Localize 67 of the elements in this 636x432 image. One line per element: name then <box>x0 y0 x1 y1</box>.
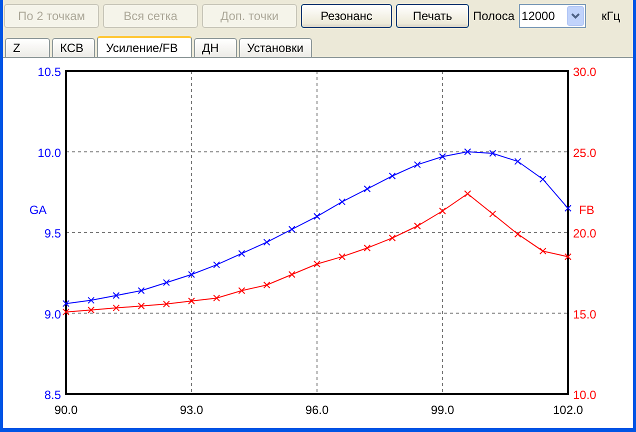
data-point-marker <box>162 279 170 286</box>
y-tick-label: 8.5 <box>44 388 61 402</box>
data-point-marker <box>263 282 270 288</box>
data-point-marker <box>213 261 220 268</box>
data-point-marker <box>364 185 371 192</box>
y2-tick-label: 15.0 <box>573 307 596 322</box>
data-point-marker <box>112 292 120 299</box>
data-point-marker <box>314 260 320 268</box>
data-point-marker <box>162 300 170 308</box>
x-tick-label: 90.0 <box>54 403 78 417</box>
data-point-marker <box>439 153 446 160</box>
x-tick-label: 99.0 <box>430 403 454 417</box>
x-tick-label: 102.0 <box>552 403 584 417</box>
data-point-marker <box>138 302 145 310</box>
y-tick-label: 10.0 <box>38 146 61 160</box>
data-point-marker <box>338 253 346 260</box>
y-tick-label: 9.0 <box>44 307 61 322</box>
data-point-marker <box>514 230 522 238</box>
x-tick-label: 93.0 <box>180 403 204 417</box>
data-point-marker <box>414 222 421 230</box>
data-point-marker <box>388 172 396 180</box>
toolbar-button[interactable]: Резонанс <box>301 4 392 28</box>
tab[interactable]: ДН <box>194 38 237 57</box>
data-point-marker <box>238 250 246 257</box>
data-point-marker <box>514 158 522 165</box>
tab[interactable]: Усиление/FB <box>97 36 192 57</box>
data-point-marker <box>539 176 546 183</box>
data-point-marker <box>288 226 296 233</box>
y2-tick-label: 20.0 <box>573 226 596 240</box>
toolbar-button[interactable]: Печать <box>396 4 469 28</box>
data-point-marker <box>364 244 371 252</box>
data-point-marker <box>539 248 546 255</box>
data-point-marker <box>88 296 95 304</box>
data-point-marker <box>314 212 320 220</box>
tab[interactable]: Установки <box>239 38 312 57</box>
y2-tick-label: 10.0 <box>573 388 596 402</box>
data-point-marker <box>88 306 95 314</box>
data-point-marker <box>564 204 572 212</box>
data-point-marker <box>112 304 120 312</box>
x-tick-label: 96.0 <box>305 403 329 417</box>
band-select[interactable]: 12000 <box>518 4 586 28</box>
y-axis-label: GA <box>29 203 47 217</box>
y2-tick-label: 25.0 <box>573 146 596 160</box>
data-point-marker <box>188 297 195 304</box>
data-point-marker <box>188 271 195 278</box>
data-point-marker <box>464 148 472 156</box>
y2-axis-label: FB <box>579 203 594 217</box>
data-point-marker <box>388 234 396 242</box>
data-point-marker <box>288 271 296 278</box>
data-point-marker <box>439 208 446 215</box>
data-point-marker <box>489 150 496 157</box>
data-point-marker <box>213 294 220 302</box>
y2-tick-label: 30.0 <box>573 65 596 79</box>
data-point-marker <box>138 287 145 294</box>
data-point-marker <box>489 210 496 218</box>
y-tick-label: 9.5 <box>44 226 61 240</box>
band-label: Полоса <box>473 8 515 24</box>
data-point-marker <box>338 198 346 206</box>
data-point-marker <box>238 287 246 294</box>
tab[interactable]: Z <box>5 38 50 57</box>
tab[interactable]: КСВ <box>52 38 95 57</box>
data-point-marker <box>564 253 572 260</box>
data-point-marker <box>414 161 421 168</box>
unit-label: кГц <box>602 8 620 24</box>
data-point-marker <box>263 238 270 246</box>
data-point-marker <box>464 190 472 198</box>
y-tick-label: 10.5 <box>38 65 61 79</box>
